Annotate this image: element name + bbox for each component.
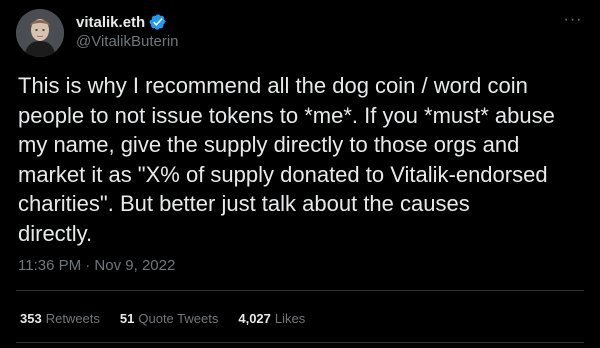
likes-count: 4,027 <box>238 311 271 326</box>
retweets-count: 353 <box>20 311 42 326</box>
retweets-stat[interactable]: 353 Retweets <box>20 311 100 326</box>
quote-tweets-count: 51 <box>119 311 135 326</box>
tweet-stats: 353 Retweets 51 Quote Tweets 4,027 Likes <box>20 311 325 326</box>
avatar[interactable] <box>16 9 64 57</box>
tweet-timestamp[interactable]: 11:36 PM · Nov 9, 2022 <box>18 257 175 274</box>
avatar-image <box>16 9 64 57</box>
author-handle[interactable]: @VitalikButerin <box>76 33 179 50</box>
author-display-name[interactable]: vitalik.eth <box>76 14 145 31</box>
verified-badge-icon <box>149 13 167 31</box>
more-options-icon[interactable]: ··· <box>560 10 586 30</box>
tweet-text: This is why I recommend all the dog coin… <box>18 73 555 246</box>
divider <box>16 342 584 343</box>
divider <box>16 290 584 291</box>
author-name-row: vitalik.eth <box>76 12 167 32</box>
likes-stat[interactable]: 4,027 Likes <box>238 311 305 326</box>
quote-tweets-stat[interactable]: 51 Quote Tweets <box>120 311 218 326</box>
retweets-label: Retweets <box>45 311 100 326</box>
tweet-card: vitalik.eth @VitalikButerin ··· This is … <box>0 0 600 348</box>
quote-tweets-label: Quote Tweets <box>138 311 219 326</box>
likes-label: Likes <box>274 311 306 326</box>
